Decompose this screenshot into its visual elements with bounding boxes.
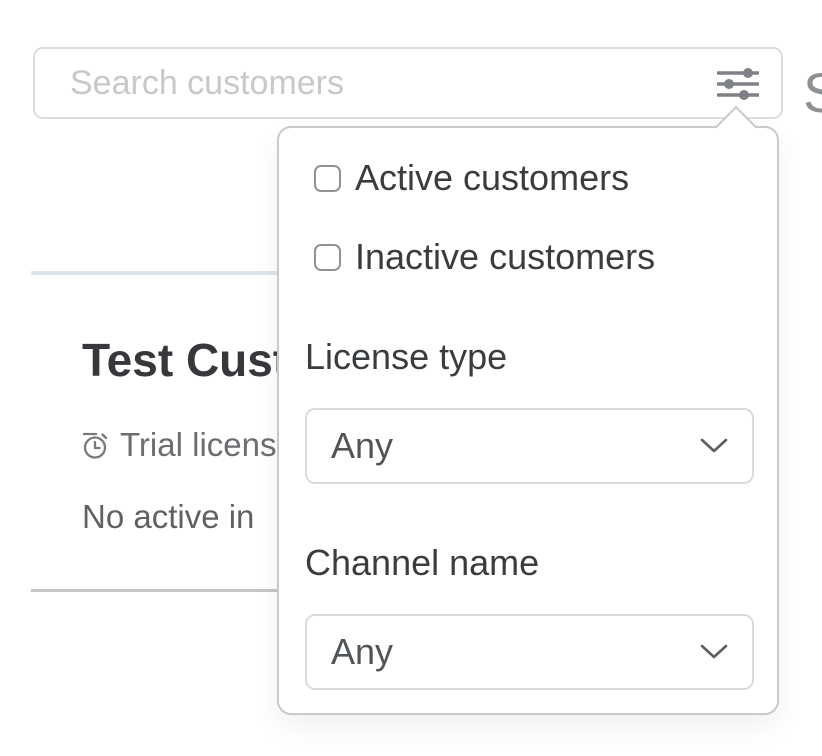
sliders-icon bbox=[717, 65, 759, 103]
inactive-customers-checkbox[interactable] bbox=[314, 244, 341, 271]
search-input[interactable] bbox=[35, 49, 781, 117]
installations-status-text: No active in bbox=[82, 498, 254, 536]
channel-name-select[interactable]: Any bbox=[305, 614, 754, 690]
filter-button[interactable] bbox=[717, 63, 759, 105]
active-customers-checkbox[interactable] bbox=[314, 165, 341, 192]
section-divider-bottom bbox=[31, 589, 277, 592]
channel-name-select-value: Any bbox=[331, 631, 700, 673]
edge-partial-text: S bbox=[803, 60, 822, 125]
checkbox-row-active-customers[interactable]: Active customers bbox=[314, 157, 629, 199]
license-type-select[interactable]: Any bbox=[305, 408, 754, 484]
license-type-text: Trial licens bbox=[120, 426, 276, 464]
chevron-down-icon bbox=[700, 644, 728, 660]
active-customers-label[interactable]: Active customers bbox=[355, 157, 629, 199]
customer-name-heading: Test Cust bbox=[82, 333, 288, 387]
license-type-select-value: Any bbox=[331, 425, 700, 467]
license-info-row: Trial licens bbox=[82, 426, 276, 464]
channel-name-label: Channel name bbox=[305, 542, 539, 584]
stopwatch-icon bbox=[82, 431, 109, 459]
filter-dropdown-panel: Active customers Inactive customers Lice… bbox=[277, 126, 779, 715]
checkbox-row-inactive-customers[interactable]: Inactive customers bbox=[314, 236, 655, 278]
search-box bbox=[33, 47, 783, 119]
license-type-label: License type bbox=[305, 336, 507, 378]
inactive-customers-label[interactable]: Inactive customers bbox=[355, 236, 655, 278]
chevron-down-icon bbox=[700, 438, 728, 454]
